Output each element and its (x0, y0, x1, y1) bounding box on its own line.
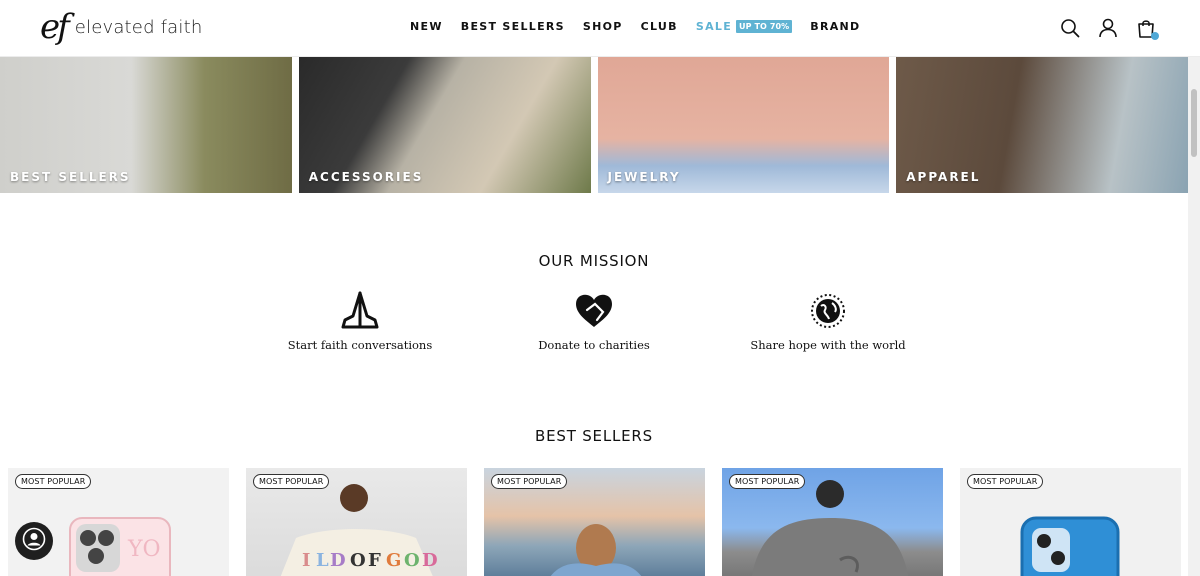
mission-text: Donate to charities (538, 338, 650, 352)
nav-sale-label: SALE (695, 20, 733, 33)
nav-brand[interactable]: BRAND (810, 20, 860, 33)
product-badge: MOST POPULAR (491, 474, 568, 489)
mission-item: Start faith conversations (260, 290, 460, 352)
svg-text:D: D (422, 550, 438, 571)
nav-new[interactable]: NEW (410, 20, 443, 33)
category-label: JEWELRY (607, 170, 681, 184)
svg-text:I: I (302, 550, 310, 571)
scrollbar-thumb[interactable] (1191, 89, 1197, 157)
page-scrollbar[interactable] (1188, 57, 1200, 576)
product-badge: MOST POPULAR (15, 474, 92, 489)
svg-text:G: G (386, 550, 401, 571)
chat-button[interactable] (15, 522, 53, 560)
account-icon[interactable] (1098, 18, 1118, 38)
product-grid: MOST POPULAR YO MOST POPULAR ILD OF GOD … (8, 468, 1181, 576)
product-card[interactable]: MOST POPULAR ILD OF GOD (246, 468, 467, 576)
category-label: APPAREL (906, 170, 981, 184)
nav-shop[interactable]: SHOP (583, 20, 623, 33)
logo[interactable]: ef elevated faith (40, 10, 202, 44)
nav-sale[interactable]: SALE UP TO 70% (695, 20, 793, 33)
category-tile-apparel[interactable]: APPAREL (896, 57, 1188, 193)
cart-count-dot (1151, 32, 1159, 40)
heart-hand-icon (494, 290, 694, 330)
search-icon[interactable] (1060, 18, 1080, 38)
product-card[interactable]: MOST POPULAR (722, 468, 943, 576)
product-card[interactable]: MOST POPULAR YO (8, 468, 229, 576)
cart-icon[interactable] (1136, 18, 1159, 40)
product-badge: MOST POPULAR (253, 474, 330, 489)
site-header: ef elevated faith NEW BEST SELLERS SHOP … (0, 0, 1200, 57)
svg-text:D: D (330, 550, 346, 571)
praying-hands-icon (260, 290, 460, 330)
nav-best-sellers[interactable]: BEST SELLERS (461, 20, 565, 33)
product-badge: MOST POPULAR (729, 474, 806, 489)
best-sellers-title: BEST SELLERS (535, 427, 653, 445)
header-icons (1060, 18, 1159, 40)
globe-icon (728, 290, 928, 330)
category-tiles: BEST SELLERS ACCESSORIES JEWELRY APPAREL (0, 57, 1188, 193)
mission-item: Donate to charities (494, 290, 694, 352)
svg-text:O: O (350, 550, 366, 571)
mission-title: OUR MISSION (538, 252, 650, 270)
category-tile-accessories[interactable]: ACCESSORIES (298, 57, 591, 193)
product-card[interactable]: MOST POPULAR (960, 468, 1181, 576)
user-icon (22, 527, 46, 556)
category-tile-jewelry[interactable]: JEWELRY (597, 57, 890, 193)
svg-text:O: O (404, 550, 420, 571)
product-badge: MOST POPULAR (967, 474, 1044, 489)
logo-text: elevated faith (74, 16, 203, 38)
nav-club[interactable]: CLUB (641, 20, 678, 33)
mission-text: Share hope with the world (750, 338, 906, 352)
main-nav: NEW BEST SELLERS SHOP CLUB SALE UP TO 70… (410, 20, 861, 33)
mission-item: Share hope with the world (728, 290, 928, 352)
product-card[interactable]: MOST POPULAR (484, 468, 705, 576)
svg-text:F: F (368, 550, 381, 571)
mission-text: Start faith conversations (287, 338, 433, 352)
logo-mark: ef (40, 7, 70, 47)
sale-badge: UP TO 70% (736, 20, 793, 33)
category-label: ACCESSORIES (308, 170, 424, 184)
category-tile-best-sellers[interactable]: BEST SELLERS (0, 57, 292, 193)
svg-text:L: L (316, 550, 329, 571)
svg-text:YO: YO (127, 537, 161, 562)
category-label: BEST SELLERS (10, 170, 131, 184)
